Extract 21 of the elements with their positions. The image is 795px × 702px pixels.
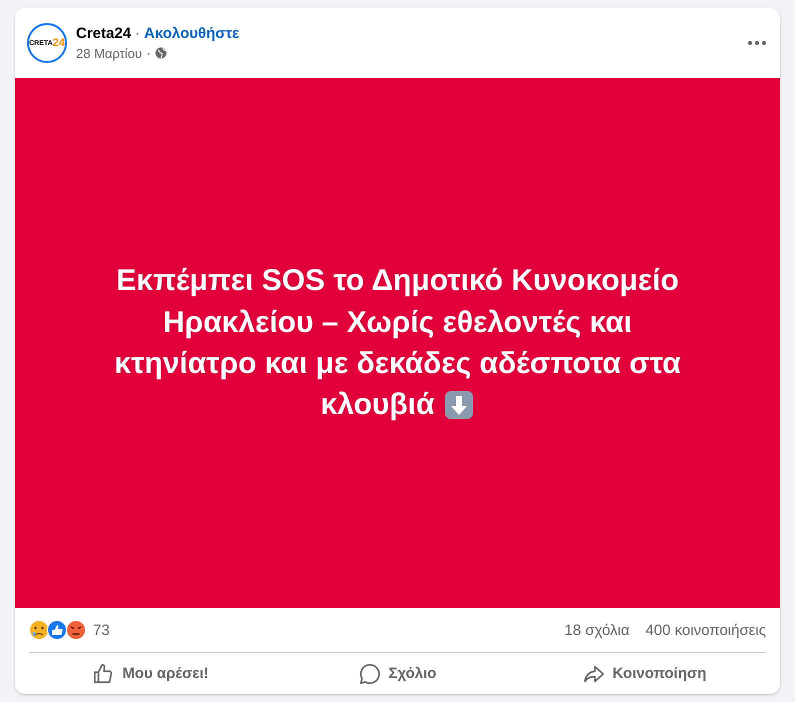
comments-count[interactable]: 18 σχόλια [564,622,630,638]
like-button[interactable]: Μου αρέσει! [27,654,274,694]
comment-icon [358,662,381,684]
headline-line: κτηνίατρο και με δεκάδες αδέσποτα στα [114,346,681,382]
separator-dot: · [146,44,151,62]
share-button[interactable]: Κοινοποίηση [521,654,768,694]
author-name[interactable]: Creta24 [76,24,132,42]
more-options-icon[interactable] [748,41,766,45]
follow-link[interactable]: Ακολουθήστε [144,24,240,42]
reaction-count[interactable]: 73 [93,622,558,638]
thumbs-up-icon [92,662,114,684]
logo-number: 24 [52,37,65,49]
post-date[interactable]: 28 Μαρτίου [76,46,142,60]
comment-button[interactable]: Σχόλιο [274,654,521,694]
shares-count[interactable]: 400 κοινοποιήσεις [646,622,766,638]
reaction-icons[interactable] [29,620,87,640]
headline-line: Ηρακλείου – Χωρίς εθελοντές και [163,304,632,341]
globe-icon [155,47,167,59]
separator-dot: · [135,24,140,42]
headline-line: Εκπέμπει SOS το Δημοτικό Κυνοκομείο [116,263,679,300]
headline-line: κλουβιά [320,387,434,424]
